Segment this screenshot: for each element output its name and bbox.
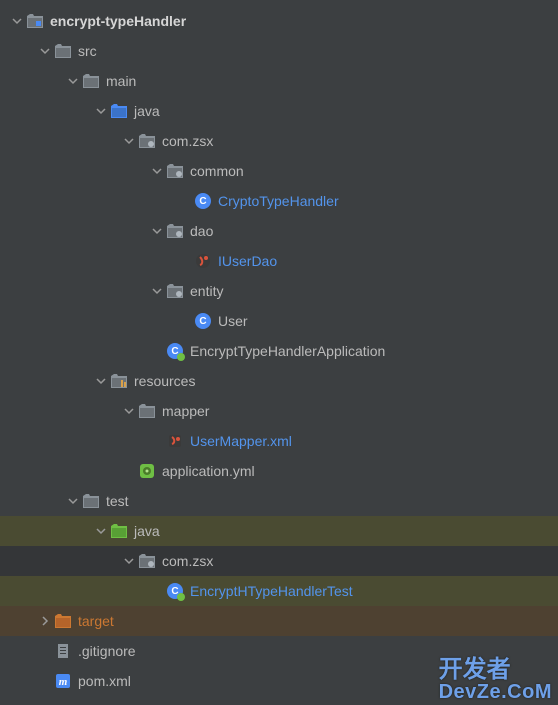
tree-item-label: src (78, 43, 97, 59)
file-usermapper-xml[interactable]: ﹀UserMapper.xml (0, 426, 558, 456)
tree-item-label: IUserDao (218, 253, 277, 269)
tree-item-label: dao (190, 223, 213, 239)
chevron-down-icon[interactable] (66, 496, 80, 506)
tree-item-label: com.zsx (162, 133, 213, 149)
tree-item-label: EncryptTypeHandlerApplication (190, 343, 385, 359)
package-icon (138, 552, 156, 570)
chevron-down-icon[interactable] (94, 106, 108, 116)
file-user[interactable]: ﹀CUser (0, 306, 558, 336)
folder-mapper[interactable]: mapper (0, 396, 558, 426)
folder-src-icon (110, 102, 128, 120)
folder-excl-icon (54, 612, 72, 630)
gitignore-icon (54, 642, 72, 660)
file-application-yml[interactable]: ﹀application.yml (0, 456, 558, 486)
package-dao[interactable]: dao (0, 216, 558, 246)
module-icon (26, 12, 44, 30)
tree-item-label: encrypt-typeHandler (50, 13, 186, 29)
tree-item-label: pom.xml (78, 673, 131, 689)
module-encrypt-typehandler[interactable]: encrypt-typeHandler (0, 6, 558, 36)
project-tree[interactable]: encrypt-typeHandlersrcmainjavacom.zsxcom… (0, 0, 558, 696)
tree-item-label: UserMapper.xml (190, 433, 292, 449)
chevron-down-icon[interactable] (122, 556, 136, 566)
chevron-down-icon[interactable] (10, 16, 24, 26)
folder-main-java[interactable]: java (0, 96, 558, 126)
tree-item-label: User (218, 313, 248, 329)
tree-item-label: application.yml (162, 463, 255, 479)
xml-red-icon (166, 432, 184, 450)
folder-test-java[interactable]: java (0, 516, 558, 546)
folder-test[interactable]: test (0, 486, 558, 516)
folder-resources[interactable]: resources (0, 366, 558, 396)
folder-icon (82, 492, 100, 510)
package-icon (166, 162, 184, 180)
folder-icon (82, 72, 100, 90)
tree-item-label: entity (190, 283, 223, 299)
package-icon (138, 132, 156, 150)
folder-icon (138, 402, 156, 420)
package-com-zsx[interactable]: com.zsx (0, 126, 558, 156)
class-run-icon: C (166, 342, 184, 360)
file-encrypt-app[interactable]: ﹀CEncryptTypeHandlerApplication (0, 336, 558, 366)
chevron-down-icon[interactable] (150, 286, 164, 296)
package-common[interactable]: common (0, 156, 558, 186)
folder-src[interactable]: src (0, 36, 558, 66)
file-cryptotypehandler[interactable]: ﹀CCryptoTypeHandler (0, 186, 558, 216)
package-test-com-zsx[interactable]: com.zsx (0, 546, 558, 576)
chevron-down-icon[interactable] (150, 166, 164, 176)
svg-text:m: m (59, 676, 68, 688)
tree-item-label: common (190, 163, 244, 179)
chevron-down-icon[interactable] (150, 226, 164, 236)
interface-icon (194, 252, 212, 270)
chevron-down-icon[interactable] (94, 376, 108, 386)
folder-test-icon (110, 522, 128, 540)
chevron-down-icon[interactable] (122, 406, 136, 416)
tree-item-label: java (134, 523, 160, 539)
chevron-down-icon[interactable] (66, 76, 80, 86)
tree-item-label: EncryptHTypeHandlerTest (190, 583, 353, 599)
tree-item-label: mapper (162, 403, 209, 419)
file-gitignore[interactable]: ﹀.gitignore (0, 636, 558, 666)
folder-target[interactable]: target (0, 606, 558, 636)
file-pom-xml[interactable]: ﹀mpom.xml (0, 666, 558, 696)
tree-item-label: .gitignore (78, 643, 136, 659)
folder-main[interactable]: main (0, 66, 558, 96)
folder-icon (54, 42, 72, 60)
chevron-right-icon[interactable] (38, 616, 52, 626)
folder-res-icon (110, 372, 128, 390)
tree-item-label: main (106, 73, 136, 89)
chevron-down-icon[interactable] (94, 526, 108, 536)
file-iuserdao[interactable]: ﹀IUserDao (0, 246, 558, 276)
tree-item-label: com.zsx (162, 553, 213, 569)
tree-item-label: java (134, 103, 160, 119)
file-encrypt-test[interactable]: ﹀CEncryptHTypeHandlerTest (0, 576, 558, 606)
tree-item-label: CryptoTypeHandler (218, 193, 339, 209)
tree-item-label: target (78, 613, 114, 629)
class-icon: C (194, 192, 212, 210)
package-entity[interactable]: entity (0, 276, 558, 306)
chevron-down-icon[interactable] (38, 46, 52, 56)
tree-item-label: test (106, 493, 129, 509)
class-icon: C (194, 312, 212, 330)
yml-icon (138, 462, 156, 480)
tree-item-label: resources (134, 373, 195, 389)
chevron-down-icon[interactable] (122, 136, 136, 146)
maven-icon: m (54, 672, 72, 690)
class-run-icon: C (166, 582, 184, 600)
package-icon (166, 222, 184, 240)
package-icon (166, 282, 184, 300)
